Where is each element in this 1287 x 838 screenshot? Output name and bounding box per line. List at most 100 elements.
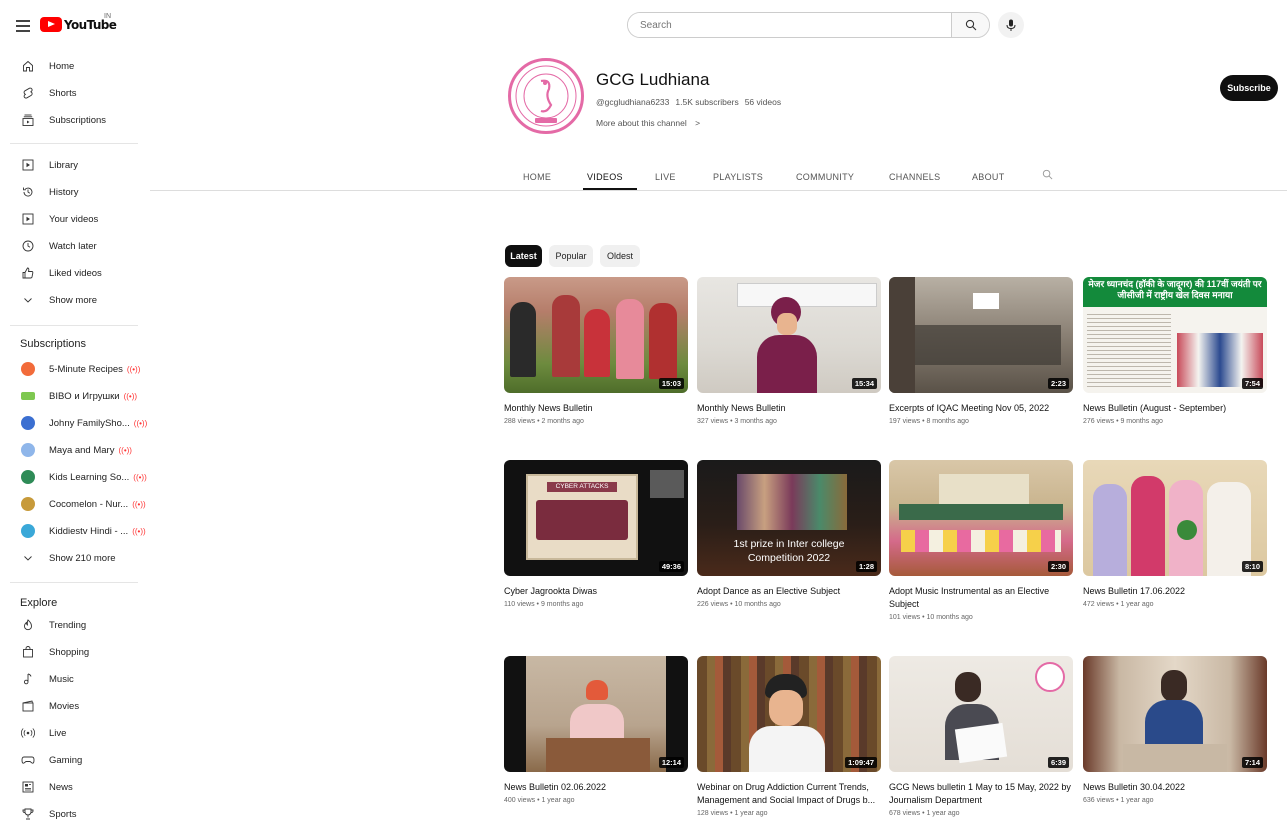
more-about-channel-link[interactable]: More about this channel > [596, 118, 700, 128]
video-duration: 8:10 [1241, 561, 1263, 572]
video-title[interactable]: GCG News bulletin 1 May to 15 May, 2022 … [889, 781, 1073, 807]
sidebar-item-gaming[interactable]: Gaming [0, 747, 150, 773]
sidebar-item-movies[interactable]: Movies [0, 693, 150, 719]
chevron-down-icon [21, 551, 35, 565]
sidebar-item-history[interactable]: History [0, 179, 150, 205]
college-emblem-icon [515, 65, 577, 127]
thumbnail-headline: मेजर ध्यानचंद (हॉकी के जादूगर) की 117वीं… [1088, 279, 1262, 301]
thumbnail-stage [737, 474, 847, 530]
your-videos-icon [21, 212, 35, 226]
thumbnail-slide: CYBER ATTACKS [526, 474, 638, 560]
video-title[interactable]: Adopt Dance as an Elective Subject [697, 585, 881, 598]
video-meta: 197 views • 8 months ago [889, 418, 969, 426]
thumbnail-slide-title: CYBER ATTACKS [547, 482, 617, 492]
sidebar-item-shopping[interactable]: Shopping [0, 639, 150, 665]
video-card[interactable]: 8:10 News Bulletin 17.06.2022 472 views … [1083, 460, 1267, 608]
video-duration: 7:14 [1241, 757, 1263, 768]
video-card[interactable]: मेजर ध्यानचंद (हॉकी के जादूगर) की 117वीं… [1083, 277, 1267, 425]
channel-search-button[interactable] [1042, 169, 1053, 183]
tab-live[interactable]: LIVE [655, 172, 676, 182]
video-title[interactable]: News Bulletin (August - September) [1083, 402, 1267, 415]
thumbnail-audience [901, 325, 1061, 365]
video-title[interactable]: News Bulletin 17.06.2022 [1083, 585, 1267, 598]
video-card[interactable]: 7:14 News Bulletin 30.04.2022 636 views … [1083, 656, 1267, 804]
video-card[interactable]: 1st prize in Inter college Competition 2… [697, 460, 881, 608]
video-thumbnail[interactable]: मेजर ध्यानचंद (हॉकी के जादूगर) की 117वीं… [1083, 277, 1267, 393]
search-input[interactable] [628, 13, 951, 37]
subscription-item[interactable]: Kids Learning So... ((•)) [0, 464, 150, 490]
sidebar-item-sports[interactable]: Sports [0, 801, 150, 827]
video-title[interactable]: Cyber Jagrookta Diwas [504, 585, 688, 598]
thumbnail-figure [749, 726, 825, 772]
video-card[interactable]: 12:14 News Bulletin 02.06.2022 400 views… [504, 656, 688, 804]
sidebar-item-subscriptions[interactable]: Subscriptions [0, 107, 150, 133]
subscription-item[interactable]: 5-Minute Recipes ((•)) [0, 356, 150, 382]
video-card[interactable]: 2:23 Excerpts of IQAC Meeting Nov 05, 20… [889, 277, 1073, 425]
video-thumbnail[interactable]: 7:14 [1083, 656, 1267, 772]
video-thumbnail[interactable]: 6:39 [889, 656, 1073, 772]
voice-search-button[interactable] [998, 12, 1024, 38]
video-card[interactable]: 15:03 Monthly News Bulletin 288 views • … [504, 277, 688, 425]
video-title[interactable]: Monthly News Bulletin [504, 402, 688, 415]
video-thumbnail[interactable]: 1:09:47 [697, 656, 881, 772]
sidebar-item-library[interactable]: Library [0, 152, 150, 178]
sidebar-item-music[interactable]: Music [0, 666, 150, 692]
sports-icon [21, 807, 35, 821]
filter-chip-popular[interactable]: Popular [549, 245, 593, 267]
sidebar-item-your-videos[interactable]: Your videos [0, 206, 150, 232]
video-card[interactable]: 1:09:47 Webinar on Drug Addiction Curren… [697, 656, 881, 817]
video-thumbnail[interactable]: 12:14 [504, 656, 688, 772]
video-title[interactable]: Webinar on Drug Addiction Current Trends… [697, 781, 881, 807]
filter-chip-latest[interactable]: Latest [505, 245, 542, 267]
watch-later-icon [21, 239, 35, 253]
sidebar-item-show-more-subscriptions[interactable]: Show 210 more [0, 545, 150, 571]
thumbnail-figure [510, 302, 536, 377]
subscription-item[interactable]: Maya and Mary ((•)) [0, 437, 150, 463]
subscription-item[interactable]: Cocomelon - Nur... ((•)) [0, 491, 150, 517]
video-card[interactable]: 2:30 Adopt Music Instrumental as an Elec… [889, 460, 1073, 621]
subscribe-button[interactable]: Subscribe [1220, 75, 1278, 101]
subscription-item[interactable]: Johny FamilySho... ((•)) [0, 410, 150, 436]
sidebar-item-trending[interactable]: Trending [0, 612, 150, 638]
tab-about[interactable]: ABOUT [972, 172, 1005, 182]
video-title[interactable]: News Bulletin 30.04.2022 [1083, 781, 1267, 794]
filter-chip-oldest[interactable]: Oldest [600, 245, 640, 267]
video-card[interactable]: 6:39 GCG News bulletin 1 May to 15 May, … [889, 656, 1073, 817]
search-button[interactable] [951, 13, 989, 37]
hamburger-menu-icon[interactable] [16, 20, 30, 32]
video-card[interactable]: 15:34 Monthly News Bulletin 327 views • … [697, 277, 881, 425]
video-title[interactable]: News Bulletin 02.06.2022 [504, 781, 688, 794]
sidebar-item-shorts[interactable]: Shorts [0, 80, 150, 106]
tab-home[interactable]: HOME [523, 172, 551, 182]
sidebar-item-liked-videos[interactable]: Liked videos [0, 260, 150, 286]
channel-avatar[interactable] [508, 58, 584, 134]
sidebar-item-home[interactable]: Home [0, 53, 150, 79]
subscription-item[interactable]: Kiddiestv Hindi - ... ((•)) [0, 518, 150, 544]
sidebar-item-watch-later[interactable]: Watch later [0, 233, 150, 259]
tab-community[interactable]: COMMUNITY [796, 172, 854, 182]
sidebar-item-news[interactable]: News [0, 774, 150, 800]
thumbnail-figure [777, 313, 797, 335]
sidebar-item-live[interactable]: Live [0, 720, 150, 746]
video-thumbnail[interactable]: 15:03 [504, 277, 688, 393]
thumbnail-paper [954, 722, 1008, 764]
video-card[interactable]: CYBER ATTACKS 49:36 Cyber Jagrookta Diwa… [504, 460, 688, 608]
video-title[interactable]: Monthly News Bulletin [697, 402, 881, 415]
tab-videos[interactable]: VIDEOS [587, 172, 623, 182]
video-thumbnail[interactable]: 8:10 [1083, 460, 1267, 576]
tab-playlists[interactable]: PLAYLISTS [713, 172, 763, 182]
video-title[interactable]: Adopt Music Instrumental as an Elective … [889, 585, 1073, 611]
video-thumbnail[interactable]: 1st prize in Inter college Competition 2… [697, 460, 881, 576]
sidebar-item-show-more[interactable]: Show more [0, 287, 150, 313]
tab-channels[interactable]: CHANNELS [889, 172, 940, 182]
search-icon [1042, 169, 1053, 180]
subscription-item[interactable]: BIBO и Игрушки ((•)) [0, 383, 150, 409]
video-duration: 1:09:47 [845, 757, 877, 768]
video-thumbnail[interactable]: 2:30 [889, 460, 1073, 576]
video-thumbnail[interactable]: 15:34 [697, 277, 881, 393]
video-title[interactable]: Excerpts of IQAC Meeting Nov 05, 2022 [889, 402, 1073, 415]
microphone-icon [1006, 19, 1016, 31]
video-thumbnail[interactable]: CYBER ATTACKS 49:36 [504, 460, 688, 576]
youtube-play-icon [40, 17, 62, 32]
video-thumbnail[interactable]: 2:23 [889, 277, 1073, 393]
